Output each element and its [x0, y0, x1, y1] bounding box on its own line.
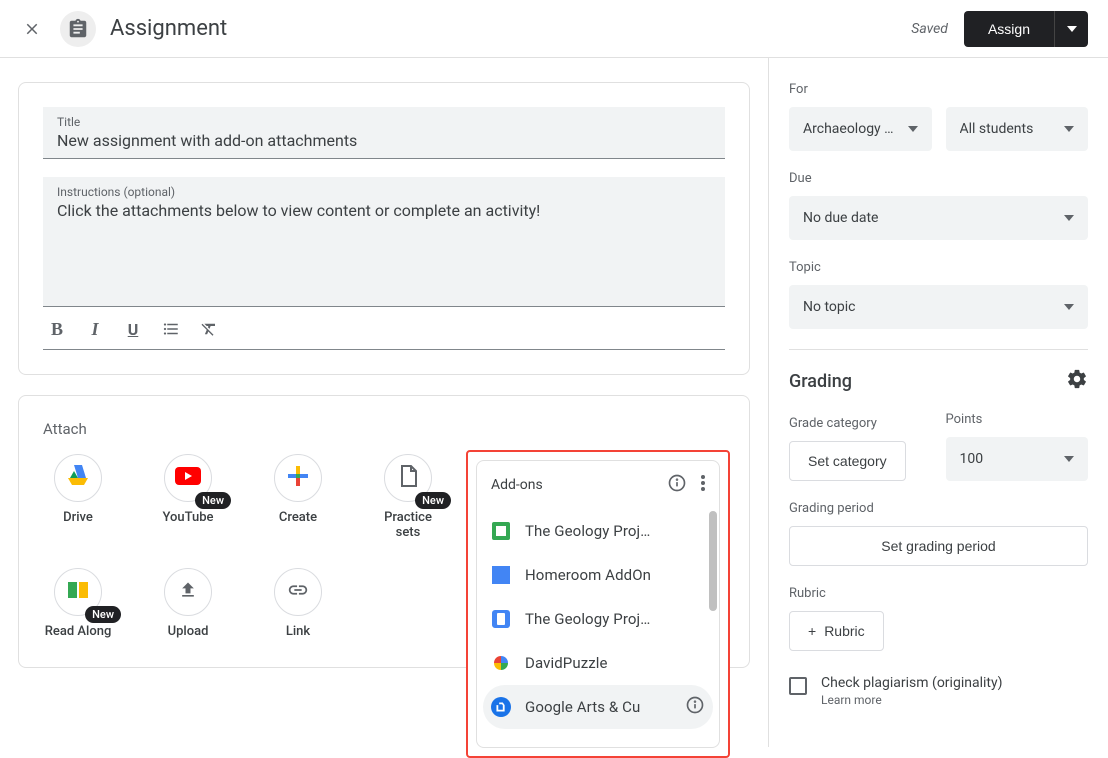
practice-sets-icon — [398, 464, 418, 492]
clear-format-button[interactable] — [199, 319, 219, 339]
assign-dropdown[interactable] — [1054, 11, 1088, 47]
title-label: Title — [57, 115, 711, 129]
points-label: Points — [946, 412, 1089, 427]
addons-list[interactable]: The Geology Proj… Homeroom AddOn The Geo… — [477, 509, 719, 747]
bullet-list-button[interactable] — [161, 319, 181, 339]
info-icon[interactable] — [685, 695, 705, 719]
grading-title: Grading — [789, 371, 852, 392]
assignment-card: Title New assignment with add-on attachm… — [18, 82, 750, 375]
youtube-icon — [175, 467, 201, 489]
plagiarism-checkbox[interactable] — [789, 677, 807, 695]
addon-item[interactable]: The Geology Proj… — [477, 597, 719, 641]
instructions-label: Instructions (optional) — [57, 185, 711, 199]
caret-down-icon — [1064, 126, 1074, 132]
divider — [789, 349, 1088, 350]
addon-icon — [491, 521, 511, 541]
addons-panel-highlight: Add-ons The Geology Proj… Homeroom AddOn… — [466, 450, 730, 758]
upload-icon — [178, 580, 198, 604]
attach-upload[interactable]: Upload — [153, 568, 223, 639]
drive-icon — [66, 465, 90, 491]
learn-more-link[interactable]: Learn more — [821, 693, 1002, 707]
caret-down-icon — [908, 126, 918, 132]
attach-drive[interactable]: Drive — [43, 454, 113, 540]
addons-title: Add-ons — [491, 477, 667, 493]
link-icon — [287, 579, 309, 605]
create-icon — [288, 466, 308, 490]
attach-link[interactable]: Link — [263, 568, 333, 639]
points-select[interactable]: 100 — [946, 437, 1089, 481]
topic-label: Topic — [789, 260, 1088, 275]
addon-icon — [491, 697, 511, 717]
title-field[interactable]: Title New assignment with add-on attachm… — [43, 107, 725, 159]
addon-icon — [491, 653, 511, 673]
addon-icon — [491, 565, 511, 585]
caret-down-icon — [1064, 456, 1074, 462]
top-bar: Assignment Saved Assign — [0, 0, 1108, 58]
addons-panel: Add-ons The Geology Proj… Homeroom AddOn… — [476, 460, 720, 748]
underline-button[interactable]: U — [123, 319, 143, 339]
rubric-label: Rubric — [789, 586, 1088, 601]
grade-category-label: Grade category — [789, 416, 932, 431]
for-label: For — [789, 82, 1088, 97]
read-along-icon — [66, 580, 90, 604]
page-title: Assignment — [110, 16, 227, 41]
addon-item[interactable]: DavidPuzzle — [477, 641, 719, 685]
class-select[interactable]: Archaeology … — [789, 107, 932, 151]
caret-down-icon — [1064, 215, 1074, 221]
plagiarism-label: Check plagiarism (originality) — [821, 675, 1002, 691]
scrollbar[interactable] — [709, 511, 717, 611]
sidebar: For Archaeology … All students Due No du… — [768, 58, 1108, 747]
italic-button[interactable]: I — [85, 319, 105, 339]
caret-down-icon — [1067, 26, 1077, 32]
attach-create[interactable]: Create — [263, 454, 333, 540]
plus-icon: + — [808, 623, 816, 639]
attach-practice-sets[interactable]: New Practice sets — [373, 454, 443, 540]
gear-icon[interactable] — [1066, 368, 1088, 394]
assign-button[interactable]: Assign — [964, 11, 1054, 47]
set-grading-period-button[interactable]: Set grading period — [789, 526, 1088, 566]
due-select[interactable]: No due date — [789, 196, 1088, 240]
attach-label: Attach — [43, 420, 725, 438]
addon-item[interactable]: The Geology Proj… — [477, 509, 719, 553]
addon-item-hover[interactable]: Google Arts & Cu — [483, 685, 713, 729]
attach-grid: Drive New YouTube Create New Practice se… — [43, 454, 453, 639]
students-select[interactable]: All students — [946, 107, 1089, 151]
close-icon[interactable] — [20, 17, 44, 41]
bold-button[interactable]: B — [47, 319, 67, 339]
instructions-input[interactable]: Click the attachments below to view cont… — [57, 201, 711, 220]
topic-select[interactable]: No topic — [789, 285, 1088, 329]
instructions-field[interactable]: Instructions (optional) Click the attach… — [43, 177, 725, 307]
more-icon[interactable] — [701, 475, 705, 495]
info-icon[interactable] — [667, 473, 687, 497]
saved-status: Saved — [911, 21, 948, 37]
grading-period-label: Grading period — [789, 501, 1088, 516]
attach-read-along[interactable]: New Read Along — [43, 568, 113, 639]
addon-icon — [491, 609, 511, 629]
attach-youtube[interactable]: New YouTube — [153, 454, 223, 540]
rubric-button[interactable]: + Rubric — [789, 611, 884, 651]
set-category-button[interactable]: Set category — [789, 441, 906, 481]
title-input[interactable]: New assignment with add-on attachments — [57, 131, 711, 150]
caret-down-icon — [1064, 304, 1074, 310]
due-label: Due — [789, 171, 1088, 186]
format-toolbar: B I U — [43, 319, 725, 350]
assignment-icon — [60, 11, 96, 47]
addon-item[interactable]: Homeroom AddOn — [477, 553, 719, 597]
